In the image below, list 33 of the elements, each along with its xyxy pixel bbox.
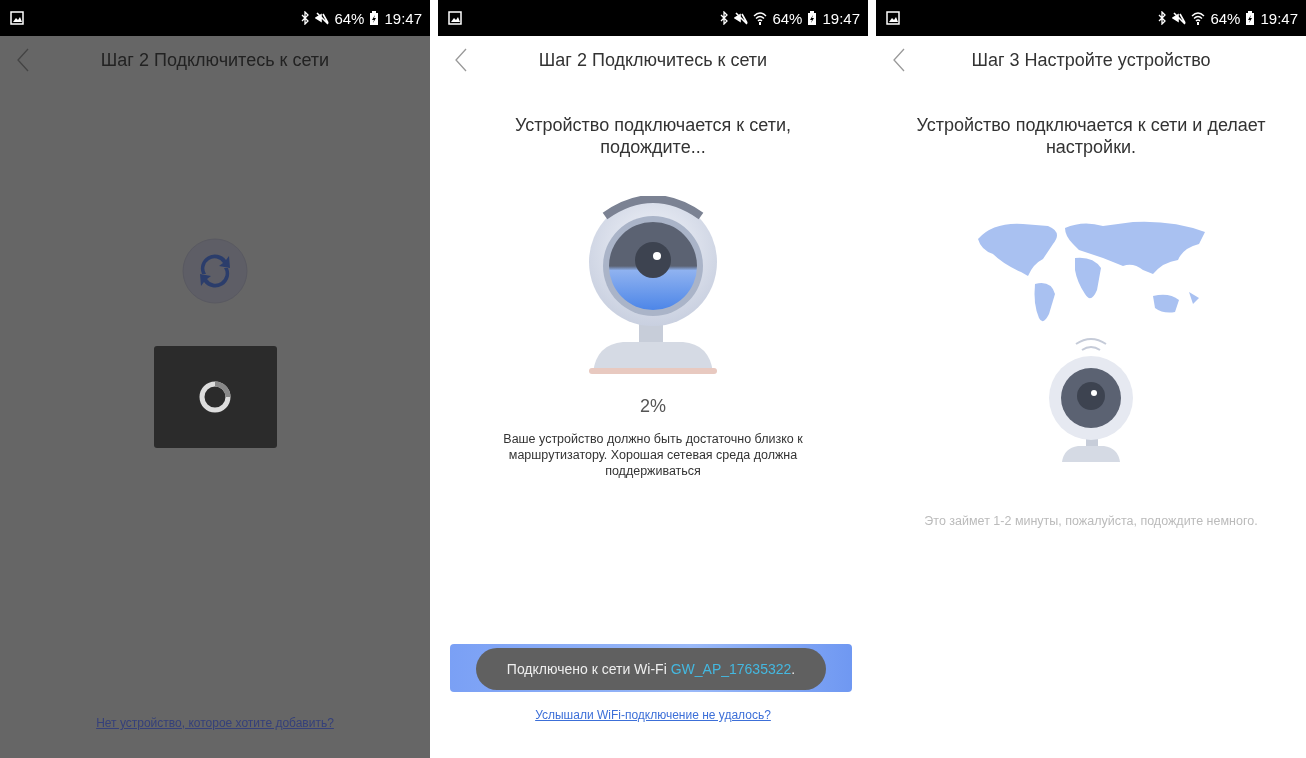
battery-level: 64% xyxy=(334,9,365,27)
screen-title: Шаг 2 Подключитесь к сети xyxy=(537,49,769,71)
battery-level: 64% xyxy=(1210,9,1241,27)
hint-text: Это займет 1-2 минуты, пожалуйста, подождите немного. xyxy=(923,514,1259,528)
image-icon xyxy=(10,11,24,25)
help-link[interactable]: Услышали WiFi-подключение не удалось? xyxy=(535,708,771,722)
back-button[interactable] xyxy=(454,48,468,72)
battery-icon xyxy=(369,11,380,25)
wifi-toast: Подключено к сети Wi-Fi GW_AP_17635322. xyxy=(476,648,826,690)
clock: 19:47 xyxy=(822,9,860,27)
screen-title: Шаг 3 Настройте устройство xyxy=(970,49,1212,71)
hint-text: Ваше устройство должно быть достаточно близко к маршрутизатору. Хорошая сетевая среда должна поддерживаться xyxy=(502,431,804,479)
back-button[interactable] xyxy=(892,48,906,72)
battery-icon xyxy=(807,11,818,25)
status-message: Устройство подключается к сети и делает настройки. xyxy=(915,114,1267,158)
image-icon xyxy=(886,11,900,25)
clock: 19:47 xyxy=(1260,9,1298,27)
mute-icon xyxy=(1172,11,1187,25)
screen-title: Шаг 2 Подключитесь к сети xyxy=(99,49,331,71)
battery-level: 64% xyxy=(772,9,803,27)
progress-percent: 2% xyxy=(639,396,667,417)
mute-icon xyxy=(734,11,749,25)
bluetooth-icon xyxy=(719,11,730,25)
status-message: Устройство подключается к сети, подождите... xyxy=(514,114,792,158)
image-icon xyxy=(448,11,462,25)
back-button[interactable] xyxy=(16,48,30,72)
bluetooth-icon xyxy=(1157,11,1168,25)
clock: 19:47 xyxy=(384,9,422,27)
battery-icon xyxy=(1245,11,1256,25)
bluetooth-icon xyxy=(300,11,311,25)
mute-icon xyxy=(315,11,330,25)
refresh-icon xyxy=(182,238,248,304)
spinner-icon xyxy=(197,379,233,415)
